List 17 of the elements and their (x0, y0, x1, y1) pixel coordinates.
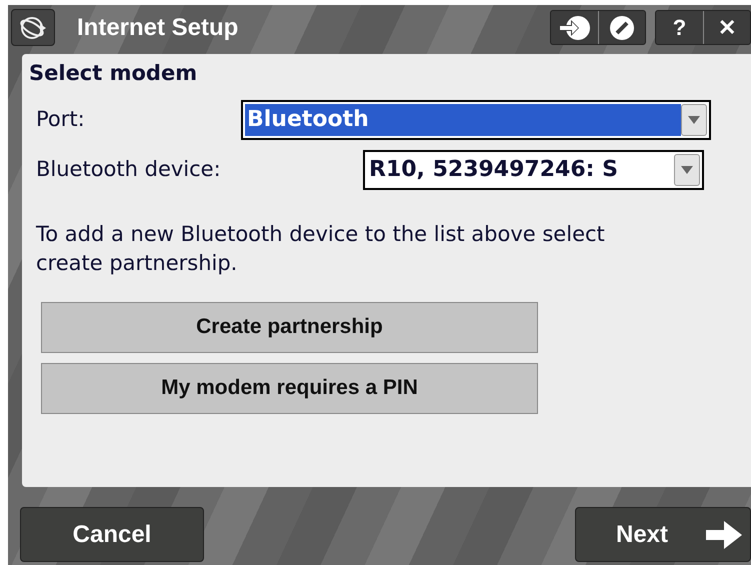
stop-icon (609, 14, 635, 40)
connect-icon (558, 14, 590, 40)
dropdown[interactable]: Bluetooth (241, 100, 711, 140)
info-text: To add a new Bluetooth device to the list above select create partnership. (36, 220, 606, 276)
section-title: Select modem (29, 60, 198, 87)
next-button[interactable]: Next (575, 507, 751, 562)
app-icon (11, 9, 55, 46)
window-title: Internet Setup (77, 12, 238, 42)
close-button[interactable]: ✕ (703, 11, 750, 44)
cancel-button[interactable]: Cancel (20, 507, 204, 562)
help-button[interactable]: ? (656, 11, 703, 44)
field-label: Bluetooth device: (36, 156, 221, 183)
action-button[interactable]: Create partnership (41, 302, 538, 352)
arrow-icon (706, 520, 742, 548)
field-label: Port: (36, 106, 85, 133)
action-button[interactable]: My modem requires a PIN (41, 362, 538, 414)
dropdown[interactable]: R10, 5239497246: S (363, 150, 704, 190)
